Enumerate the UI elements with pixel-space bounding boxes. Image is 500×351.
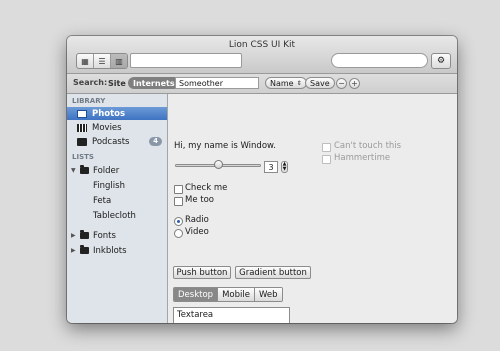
sidebar-item-movies[interactable]: Movies <box>67 121 167 134</box>
folder-icon <box>80 165 89 174</box>
toolbar-text-field[interactable] <box>130 53 242 68</box>
radio-label: Radio <box>185 215 209 225</box>
sidebar-item-feta[interactable]: Feta <box>67 194 167 207</box>
sidebar-item-label: Photos <box>92 108 126 119</box>
sidebar-item-photos[interactable]: Photos <box>67 107 167 120</box>
film-icon <box>77 123 87 132</box>
sidebar-item-finglish[interactable]: Finglish <box>67 179 167 192</box>
tab-desktop[interactable]: Desktop <box>174 288 219 301</box>
app-window: Lion CSS UI Kit ▦ ☰ ▥ ⚙ Search: Site Int… <box>67 36 457 323</box>
disabled-checkbox <box>322 155 331 164</box>
stepper-value-field[interactable]: 3 <box>264 161 278 173</box>
sidebar-item-tablecloth[interactable]: Tablecloth <box>67 209 167 222</box>
greeting-text: Hi, my name is Window. <box>174 141 276 151</box>
content-pane: Hi, my name is Window. 3 ▲ ▼ Can't touch … <box>168 94 457 323</box>
remove-button[interactable]: − <box>336 78 347 89</box>
sidebar-item-inkblots[interactable]: ▶ Inkblots <box>67 244 167 257</box>
scope-internets[interactable]: Internets <box>128 77 180 89</box>
gradient-button[interactable]: Gradient button <box>235 266 311 279</box>
photos-icon <box>77 109 87 118</box>
checkbox-me-too[interactable] <box>174 197 183 206</box>
disabled-checkbox-label: Can't touch this <box>334 141 402 151</box>
title-bar[interactable]: Lion CSS UI Kit ▦ ☰ ▥ ⚙ <box>67 36 457 74</box>
scope-site[interactable]: Site <box>103 77 131 89</box>
push-button[interactable]: Push button <box>173 266 231 279</box>
textarea-field[interactable]: Textarea <box>173 307 290 323</box>
segmented-tabs: Desktop Mobile Web <box>173 287 283 302</box>
stepper-arrows[interactable]: ▲ ▼ <box>281 161 288 173</box>
sort-select-value: Name <box>270 78 294 88</box>
window-title: Lion CSS UI Kit <box>228 40 296 50</box>
sidebar-item-label: Podcasts <box>92 136 130 147</box>
tab-mobile[interactable]: Mobile <box>218 288 255 301</box>
checkbox-label: Check me <box>185 183 228 193</box>
view-switcher[interactable]: ▦ ☰ ▥ <box>76 53 128 69</box>
checkbox-check-me[interactable] <box>174 185 183 194</box>
disclosure-closed-icon[interactable]: ▶ <box>71 232 80 239</box>
count-badge: 4 <box>149 137 162 146</box>
rss-icon <box>77 137 87 146</box>
folder-icon <box>80 230 89 239</box>
sidebar-item-fonts[interactable]: ▶ Fonts <box>67 229 167 242</box>
disclosure-closed-icon[interactable]: ▶ <box>71 247 80 254</box>
toolbar-search-field[interactable] <box>331 53 428 68</box>
slider-knob[interactable] <box>213 160 223 169</box>
sidebar-item-label: Inkblots <box>93 245 127 256</box>
scope-bar: Search: Site Internets Someother Name ⇕ … <box>67 74 457 94</box>
gear-icon[interactable]: ⚙ <box>431 53 451 69</box>
radio-label: Video <box>185 227 209 237</box>
library-header: LIBRARY <box>72 97 106 105</box>
sidebar-item-label: Movies <box>92 122 122 133</box>
list-view-icon[interactable]: ☰ <box>94 54 111 68</box>
lists-header: LISTS <box>72 153 94 161</box>
disabled-checkbox <box>322 143 331 152</box>
scope-query-input[interactable]: Someother <box>175 77 259 89</box>
grid-view-icon[interactable]: ▦ <box>77 54 94 68</box>
tab-web[interactable]: Web <box>254 288 282 301</box>
disabled-checkbox-label: Hammertime <box>334 153 391 163</box>
checkbox-label: Me too <box>185 195 214 205</box>
sort-select[interactable]: Name ⇕ <box>265 77 307 89</box>
sidebar-item-podcasts[interactable]: Podcasts 4 <box>67 135 167 148</box>
sidebar-item-label: Fonts <box>93 230 116 241</box>
column-view-icon[interactable]: ▥ <box>111 54 127 68</box>
sidebar: LIBRARY Photos Movies Podcasts 4 LISTS ▼… <box>67 94 168 323</box>
disclosure-open-icon[interactable]: ▼ <box>71 167 80 174</box>
sidebar-item-label: Finglish <box>93 180 125 191</box>
save-button[interactable]: Save <box>305 77 335 89</box>
sidebar-item-label: Feta <box>93 195 112 206</box>
radio-video[interactable] <box>174 229 183 238</box>
sidebar-item-folder[interactable]: ▼ Folder <box>67 164 167 177</box>
add-button[interactable]: + <box>349 78 360 89</box>
radio-radio[interactable] <box>174 217 183 226</box>
chevron-updown-icon: ⇕ <box>296 79 302 87</box>
sidebar-item-label: Tablecloth <box>93 210 136 221</box>
sidebar-item-label: Folder <box>93 165 120 176</box>
folder-icon <box>80 245 89 254</box>
